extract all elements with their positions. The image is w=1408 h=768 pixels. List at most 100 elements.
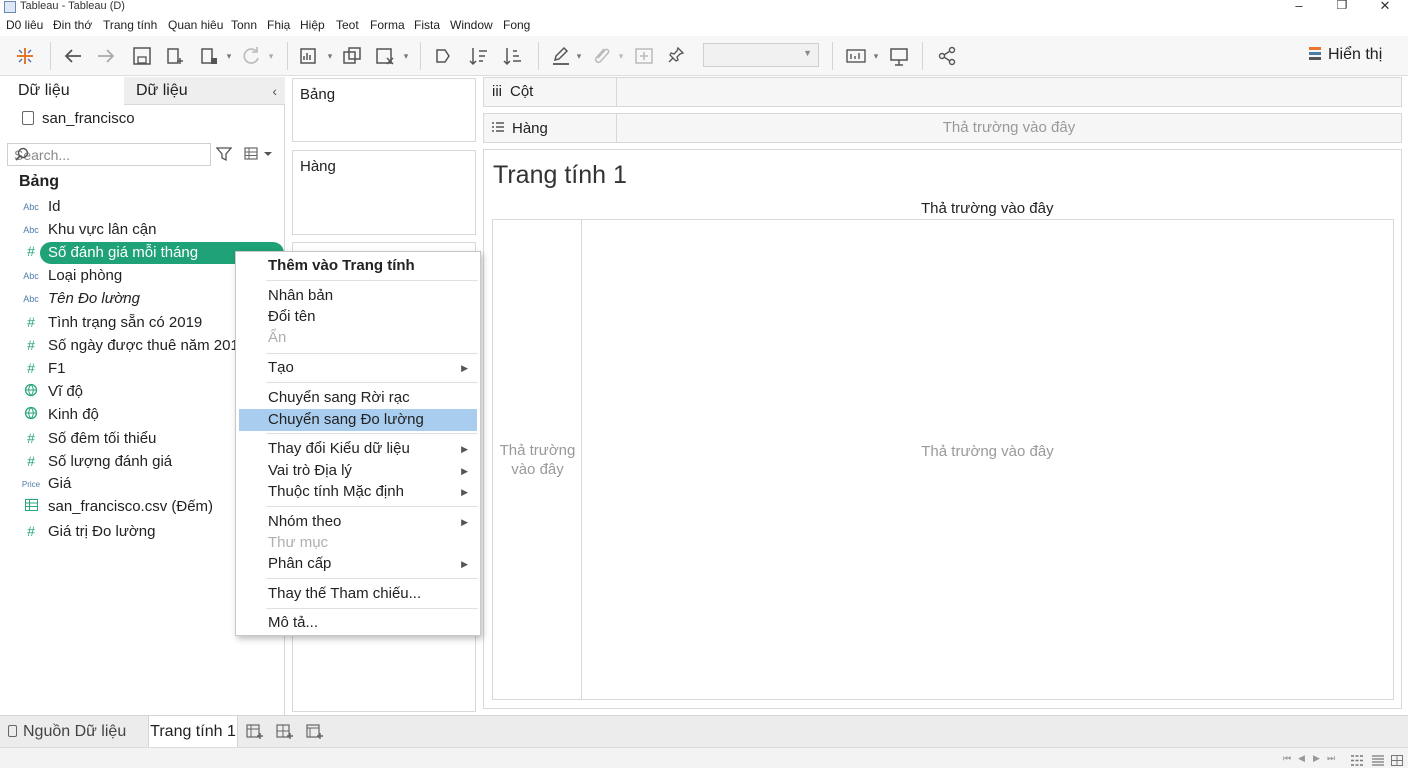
nav-next-icon[interactable]: ▶: [1313, 753, 1320, 764]
menu-item-worksheet[interactable]: Trang tính: [103, 18, 157, 32]
save-icon[interactable]: [131, 44, 153, 68]
menu-add-to-sheet[interactable]: Thêm vào Trang tính: [236, 255, 480, 277]
filters-shelf[interactable]: Hàng: [292, 150, 476, 235]
menu-hide[interactable]: Ẩn: [236, 327, 480, 349]
menu-item-7[interactable]: Teot: [336, 18, 359, 32]
undo-icon[interactable]: [62, 44, 84, 68]
sheet-title[interactable]: Trang tính 1: [493, 161, 627, 190]
view-body-drop-zone[interactable]: Thả trường vào đây: [582, 443, 1393, 460]
highlight-icon[interactable]: [550, 44, 572, 68]
tableau-logo-icon[interactable]: [13, 44, 37, 68]
clear-dropdown-icon[interactable]: ▾: [401, 44, 411, 68]
field-item[interactable]: Abc Khu vực lân cận: [20, 219, 282, 241]
tab-sheet-1[interactable]: Trang tính 1: [148, 716, 238, 747]
show-me-button[interactable]: Hiển thị: [1308, 45, 1382, 64]
columns-shelf[interactable]: iii Cột: [483, 77, 1402, 107]
columns-drop-zone[interactable]: [617, 78, 1401, 106]
restore-icon[interactable]: ❐: [1327, 0, 1357, 12]
menu-item-5[interactable]: Fhiạ: [267, 18, 290, 32]
menu-change-data-type[interactable]: Thay đổi Kiểu dữ liệu ▶: [236, 438, 480, 460]
new-worksheet-tab-icon[interactable]: [246, 724, 264, 745]
menu-duplicate[interactable]: Nhân bản: [236, 285, 480, 307]
clear-sheet-icon[interactable]: [374, 44, 396, 68]
highlight-dropdown-icon[interactable]: ▾: [574, 44, 584, 68]
pin-icon[interactable]: [665, 44, 687, 68]
tab-analytics[interactable]: Dữ liệu ‹: [124, 77, 285, 105]
submenu-arrow-icon: ▶: [461, 466, 468, 476]
menu-item-map[interactable]: Đin thớ: [53, 18, 92, 32]
menu-hierarchy[interactable]: Phân cấp ▶: [236, 553, 480, 575]
menu-group-by[interactable]: Nhóm theo ▶: [236, 511, 480, 533]
refresh-dropdown-icon[interactable]: ▾: [266, 44, 276, 68]
field-item[interactable]: Abc Id: [20, 196, 282, 218]
nav-last-icon[interactable]: ⏭: [1327, 753, 1335, 764]
worksheet-view[interactable]: Trang tính 1 Thả trường vào đây Thả trườ…: [483, 149, 1402, 709]
new-story-tab-icon[interactable]: [306, 724, 324, 745]
fit-icon[interactable]: [845, 44, 869, 68]
rows-drop-zone[interactable]: Thả trường vào đây: [617, 114, 1401, 142]
collapse-pane-icon[interactable]: ‹: [272, 77, 277, 105]
grid-view-icon[interactable]: [1351, 753, 1363, 768]
sort-asc-icon[interactable]: [468, 44, 490, 68]
sort-desc-icon[interactable]: [502, 44, 524, 68]
filter-icon[interactable]: [215, 146, 233, 167]
number-type-icon: #: [27, 337, 35, 353]
string-type-icon: Abc: [23, 225, 39, 235]
group-dropdown-icon[interactable]: ▾: [616, 44, 626, 68]
datasource-item[interactable]: san_francisco: [22, 110, 135, 127]
row-header-area[interactable]: Thả trường vào đây: [493, 220, 582, 699]
pause-icon[interactable]: [198, 44, 220, 68]
fit-size-dropdown[interactable]: ▼: [703, 43, 819, 67]
row-drop-zone[interactable]: Thả trường vào đây: [493, 441, 582, 479]
list-view-icon[interactable]: [1372, 753, 1384, 768]
pages-shelf[interactable]: Bảng: [292, 78, 476, 142]
rows-shelf[interactable]: Hàng Thả trường vào đây: [483, 113, 1402, 143]
search-input[interactable]: Search...: [7, 143, 211, 166]
globe-icon: [20, 381, 42, 403]
fit-dropdown-icon[interactable]: ▾: [871, 44, 881, 68]
group-icon[interactable]: [590, 44, 612, 68]
new-worksheet-dropdown-icon[interactable]: ▾: [325, 44, 335, 68]
submenu-arrow-icon: ▶: [461, 559, 468, 569]
datasource-tab-icon: [8, 725, 17, 737]
new-dashboard-tab-icon[interactable]: [276, 724, 294, 745]
menu-item-data[interactable]: D0 liêu: [6, 18, 43, 32]
share-icon[interactable]: [936, 44, 958, 68]
filmstrip-view-icon[interactable]: [1391, 753, 1403, 768]
menu-describe[interactable]: Mô tả...: [236, 612, 480, 634]
redo-icon[interactable]: [95, 44, 117, 68]
nav-prev-icon[interactable]: ◀: [1298, 753, 1305, 764]
tab-data[interactable]: Dữ liệu: [0, 77, 124, 105]
menu-item-9[interactable]: Fista: [414, 18, 440, 32]
refresh-icon[interactable]: [240, 44, 262, 68]
menu-item-format[interactable]: Forma: [370, 18, 405, 32]
swap-icon[interactable]: [432, 44, 454, 68]
field-context-menu: Thêm vào Trang tính Nhân bản Đổi tên Ẩn …: [235, 251, 481, 636]
menu-replace-references[interactable]: Thay thế Tham chiếu...: [236, 583, 480, 605]
menu-item-analysis[interactable]: Quan hiêu: [168, 18, 223, 32]
close-icon[interactable]: ✕: [1370, 0, 1400, 14]
tab-analytics-label: Dữ liệu: [136, 82, 188, 99]
menu-rename[interactable]: Đổi tên: [236, 306, 480, 328]
new-worksheet-icon[interactable]: [298, 44, 320, 68]
view-options-icon[interactable]: [244, 147, 274, 166]
label-icon[interactable]: [633, 44, 655, 68]
menu-item-window[interactable]: Window: [450, 18, 493, 32]
new-datasource-icon[interactable]: [164, 44, 186, 68]
column-drop-zone[interactable]: Thả trường vào đây: [921, 200, 1053, 217]
menu-convert-discrete[interactable]: Chuyển sang Rời rạc: [236, 387, 480, 409]
tab-data-source[interactable]: Nguồn Dữ liệu: [8, 716, 126, 747]
menu-item-4[interactable]: Tonn: [231, 18, 257, 32]
minimize-icon[interactable]: –: [1284, 0, 1314, 13]
menu-convert-measure[interactable]: Chuyển sang Đo lường: [239, 409, 477, 431]
menu-item-6[interactable]: Hiệp: [300, 18, 325, 32]
pause-dropdown-icon[interactable]: ▾: [224, 44, 234, 68]
menu-create[interactable]: Tạo ▶: [236, 357, 480, 379]
menu-folder[interactable]: Thư mục: [236, 532, 480, 554]
duplicate-icon[interactable]: [341, 44, 363, 68]
menu-geographic-role[interactable]: Vai trò Địa lý ▶: [236, 460, 480, 482]
presentation-icon[interactable]: [888, 44, 910, 68]
menu-default-properties[interactable]: Thuộc tính Mặc định ▶: [236, 481, 480, 503]
menu-item-help[interactable]: Fong: [503, 18, 530, 32]
nav-first-icon[interactable]: ⏮: [1283, 753, 1291, 764]
